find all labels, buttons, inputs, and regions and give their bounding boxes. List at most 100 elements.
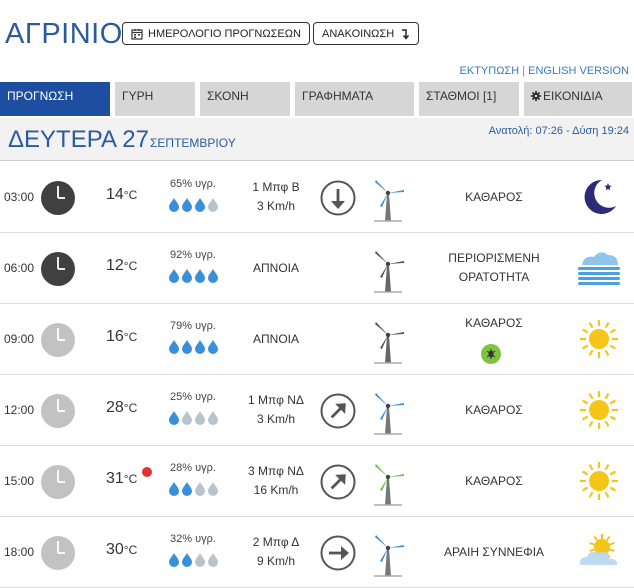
forecast-row: 03:00 14°C 65% υγρ. 1 Μπφ Β 3 Km/h ΚΑΘΑΡΟΣ [0, 162, 634, 233]
tab-bar: ΠΡΟΓΝΩΣΗ ΓΥΡΗ ΣΚΟΝΗ ΓΡΑΦΗΜΑΤΑ ΣΤΑΘΜΟΙ [1… [0, 82, 634, 116]
humidity: 79% υγρ. [170, 320, 216, 332]
top-links: ΕΚΤΥΠΩΣΗ | ENGLISH VERSION [460, 65, 629, 77]
humidity: 25% υγρ. [170, 391, 216, 403]
temperature: 14°C [106, 186, 137, 204]
wind-speed: 3 Km/h [256, 412, 295, 426]
temperature-unit: °C [123, 543, 138, 557]
forecast-row: 18:00 30°C 32% υγρ. 2 Μπφ Δ 9 Km/h ΑΡΑΙΗ ΣΥΝΝ… [0, 517, 634, 588]
wind-calm: ΑΠΝΟΙΑ [252, 261, 299, 275]
city-title: ΑΓΡΙΝΙΟ [5, 18, 123, 50]
forecast-time: 03:00 [4, 190, 35, 204]
wind-turbine-icon [368, 245, 408, 293]
tab-stations[interactable]: ΣΤΑΘΜΟΙ [1] [419, 82, 519, 116]
forecast-time: 09:00 [4, 332, 35, 346]
tab-label: ΠΡΟΓΝΩΣΗ [7, 89, 74, 103]
tab-charts[interactable]: ΓΡΑΦΗΜΑΤΑ [295, 82, 414, 116]
tab-icons[interactable]: ΕΙΚΟΝΙΔΙΑ [524, 82, 632, 116]
day-month: ΣΕΠΤΕΜΒΡΙΟΥ [150, 136, 236, 150]
temperature: 28°C [106, 399, 137, 417]
sky-condition: ΚΑΘΑΡΟΣ [420, 314, 568, 333]
forecast-row: 12:00 28°C 25% υγρ. 1 Μπφ ΝΔ 3 Km/h ΚΑΘΑΡΟΣ [0, 375, 634, 446]
day-name: ΔΕΥΤΕΡΑ 27 [8, 126, 149, 153]
condition-line-1: ΚΑΘΑΡΟΣ [465, 474, 523, 488]
temperature-unit: °C [123, 188, 138, 202]
sun-icon [576, 458, 622, 504]
humidity: 32% υγρ. [170, 533, 216, 545]
wind-beaufort: 1 Μπφ Β [252, 180, 300, 194]
wind-direction-arrow-icon [320, 535, 356, 571]
wind-turbine-icon [368, 174, 408, 222]
forecast-row: 06:00 12°C 92% υγρ. ΑΠΝΟΙΑ ΠΕΡΙΟΡΙΣΜΕΝΗ ΟΡΑΤΟ… [0, 233, 634, 304]
sky-condition: ΚΑΘΑΡΟΣ [420, 188, 568, 207]
clock-icon [40, 393, 76, 429]
sky-condition: ΚΑΘΑΡΟΣ [420, 401, 568, 420]
tab-forecast[interactable]: ΠΡΟΓΝΩΣΗ [0, 82, 110, 116]
sun-icon [576, 316, 622, 362]
tab-label: ΓΡΑΦΗΜΑΤΑ [302, 89, 374, 103]
wind-calm: ΑΠΝΟΙΑ [252, 332, 299, 346]
wind-beaufort: 3 Μπφ ΝΔ [248, 464, 304, 478]
temperature-value: 12 [106, 257, 124, 274]
english-version-link[interactable]: ENGLISH VERSION [528, 65, 629, 77]
sky-condition: ΚΑΘΑΡΟΣ [420, 472, 568, 491]
calendar-button-label: ΗΜΕΡΟΛΟΓΙΟ ΠΡΟΓΝΩΣΕΩΝ [148, 27, 301, 40]
announcement-button[interactable]: ΑΝΑΚΟΙΝΩΣΗ [313, 22, 420, 45]
tab-pollen[interactable]: ΓΥΡΗ [115, 82, 195, 116]
fog-icon [576, 245, 622, 291]
wind-speed: 9 Km/h [256, 554, 295, 568]
temperature: 31°C [106, 470, 137, 488]
partly-cloudy-icon [576, 529, 622, 575]
condition-line-1: ΑΡΑΙΗ ΣΥΝΝΕΦΙΑ [443, 545, 545, 559]
wind-speed: 16 Km/h [253, 483, 299, 497]
temperature: 30°C [106, 541, 137, 559]
humidity: 65% υγρ. [170, 178, 216, 190]
wind-turbine-icon [368, 387, 408, 435]
temperature-value: 14 [106, 186, 124, 203]
humidity-drops-icon [168, 551, 228, 567]
calendar-icon [131, 28, 143, 40]
wind-direction-arrow-icon [320, 180, 356, 216]
condition-line-1: ΠΕΡΙΟΡΙΣΜΕΝΗ [448, 251, 540, 265]
sky-condition: ΑΡΑΙΗ ΣΥΝΝΕΦΙΑ [420, 543, 568, 562]
temperature-value: 16 [106, 328, 124, 345]
forecast-time: 06:00 [4, 261, 35, 275]
tab-label: ΣΤΑΘΜΟΙ [1] [426, 89, 497, 103]
wind-beaufort: 2 Μπφ Δ [252, 535, 300, 549]
sun-icon [576, 387, 622, 433]
pollen-icon [481, 344, 501, 364]
humidity-drops-icon [168, 338, 228, 354]
tab-dust[interactable]: ΣΚΟΝΗ [200, 82, 290, 116]
forecast-calendar-button[interactable]: ΗΜΕΡΟΛΟΓΙΟ ΠΡΟΓΝΩΣΕΩΝ [122, 22, 310, 45]
wind-direction-arrow-icon [320, 464, 356, 500]
temperature-unit: °C [123, 472, 138, 486]
temperature-value: 31 [106, 470, 124, 487]
gear-icon [531, 91, 541, 101]
temperature-unit: °C [123, 330, 138, 344]
clock-icon [40, 464, 76, 500]
clock-icon [40, 180, 76, 216]
temperature-value: 28 [106, 399, 124, 416]
announcement-button-label: ΑΝΑΚΟΙΝΩΣΗ [322, 27, 395, 40]
forecast-time: 15:00 [4, 474, 35, 488]
sky-condition: ΠΕΡΙΟΡΙΣΜΕΝΗ ΟΡΑΤΟΤΗΤΑ [420, 249, 568, 287]
print-link[interactable]: ΕΚΤΥΠΩΣΗ [460, 65, 520, 77]
heat-warning-dot [142, 467, 152, 477]
wind-turbine-icon [368, 529, 408, 577]
link-separator: | [522, 65, 526, 77]
turn-down-arrow-icon [402, 28, 410, 40]
tab-label: ΣΚΟΝΗ [207, 89, 249, 103]
day-header: ΔΕΥΤΕΡΑ 27 ΣΕΠΤΕΜΒΡΙΟΥ Ανατολή: 07:26 - … [0, 118, 634, 161]
humidity: 92% υγρ. [170, 249, 216, 261]
humidity-drops-icon [168, 480, 228, 496]
clock-icon [40, 322, 76, 358]
forecast-row: 15:00 31°C 28% υγρ. 3 Μπφ ΝΔ 16 Km/h ΚΑΘΑΡΟΣ [0, 446, 634, 517]
wind-info: 1 Μπφ ΝΔ 3 Km/h [238, 391, 314, 429]
wind-info: 2 Μπφ Δ 9 Km/h [238, 533, 314, 571]
moon-icon [576, 174, 622, 220]
wind-speed: 3 Km/h [256, 199, 295, 213]
temperature: 12°C [106, 257, 137, 275]
humidity-drops-icon [168, 196, 228, 212]
wind-direction-arrow-icon [320, 393, 356, 429]
wind-beaufort: 1 Μπφ ΝΔ [248, 393, 304, 407]
clock-icon [40, 251, 76, 287]
